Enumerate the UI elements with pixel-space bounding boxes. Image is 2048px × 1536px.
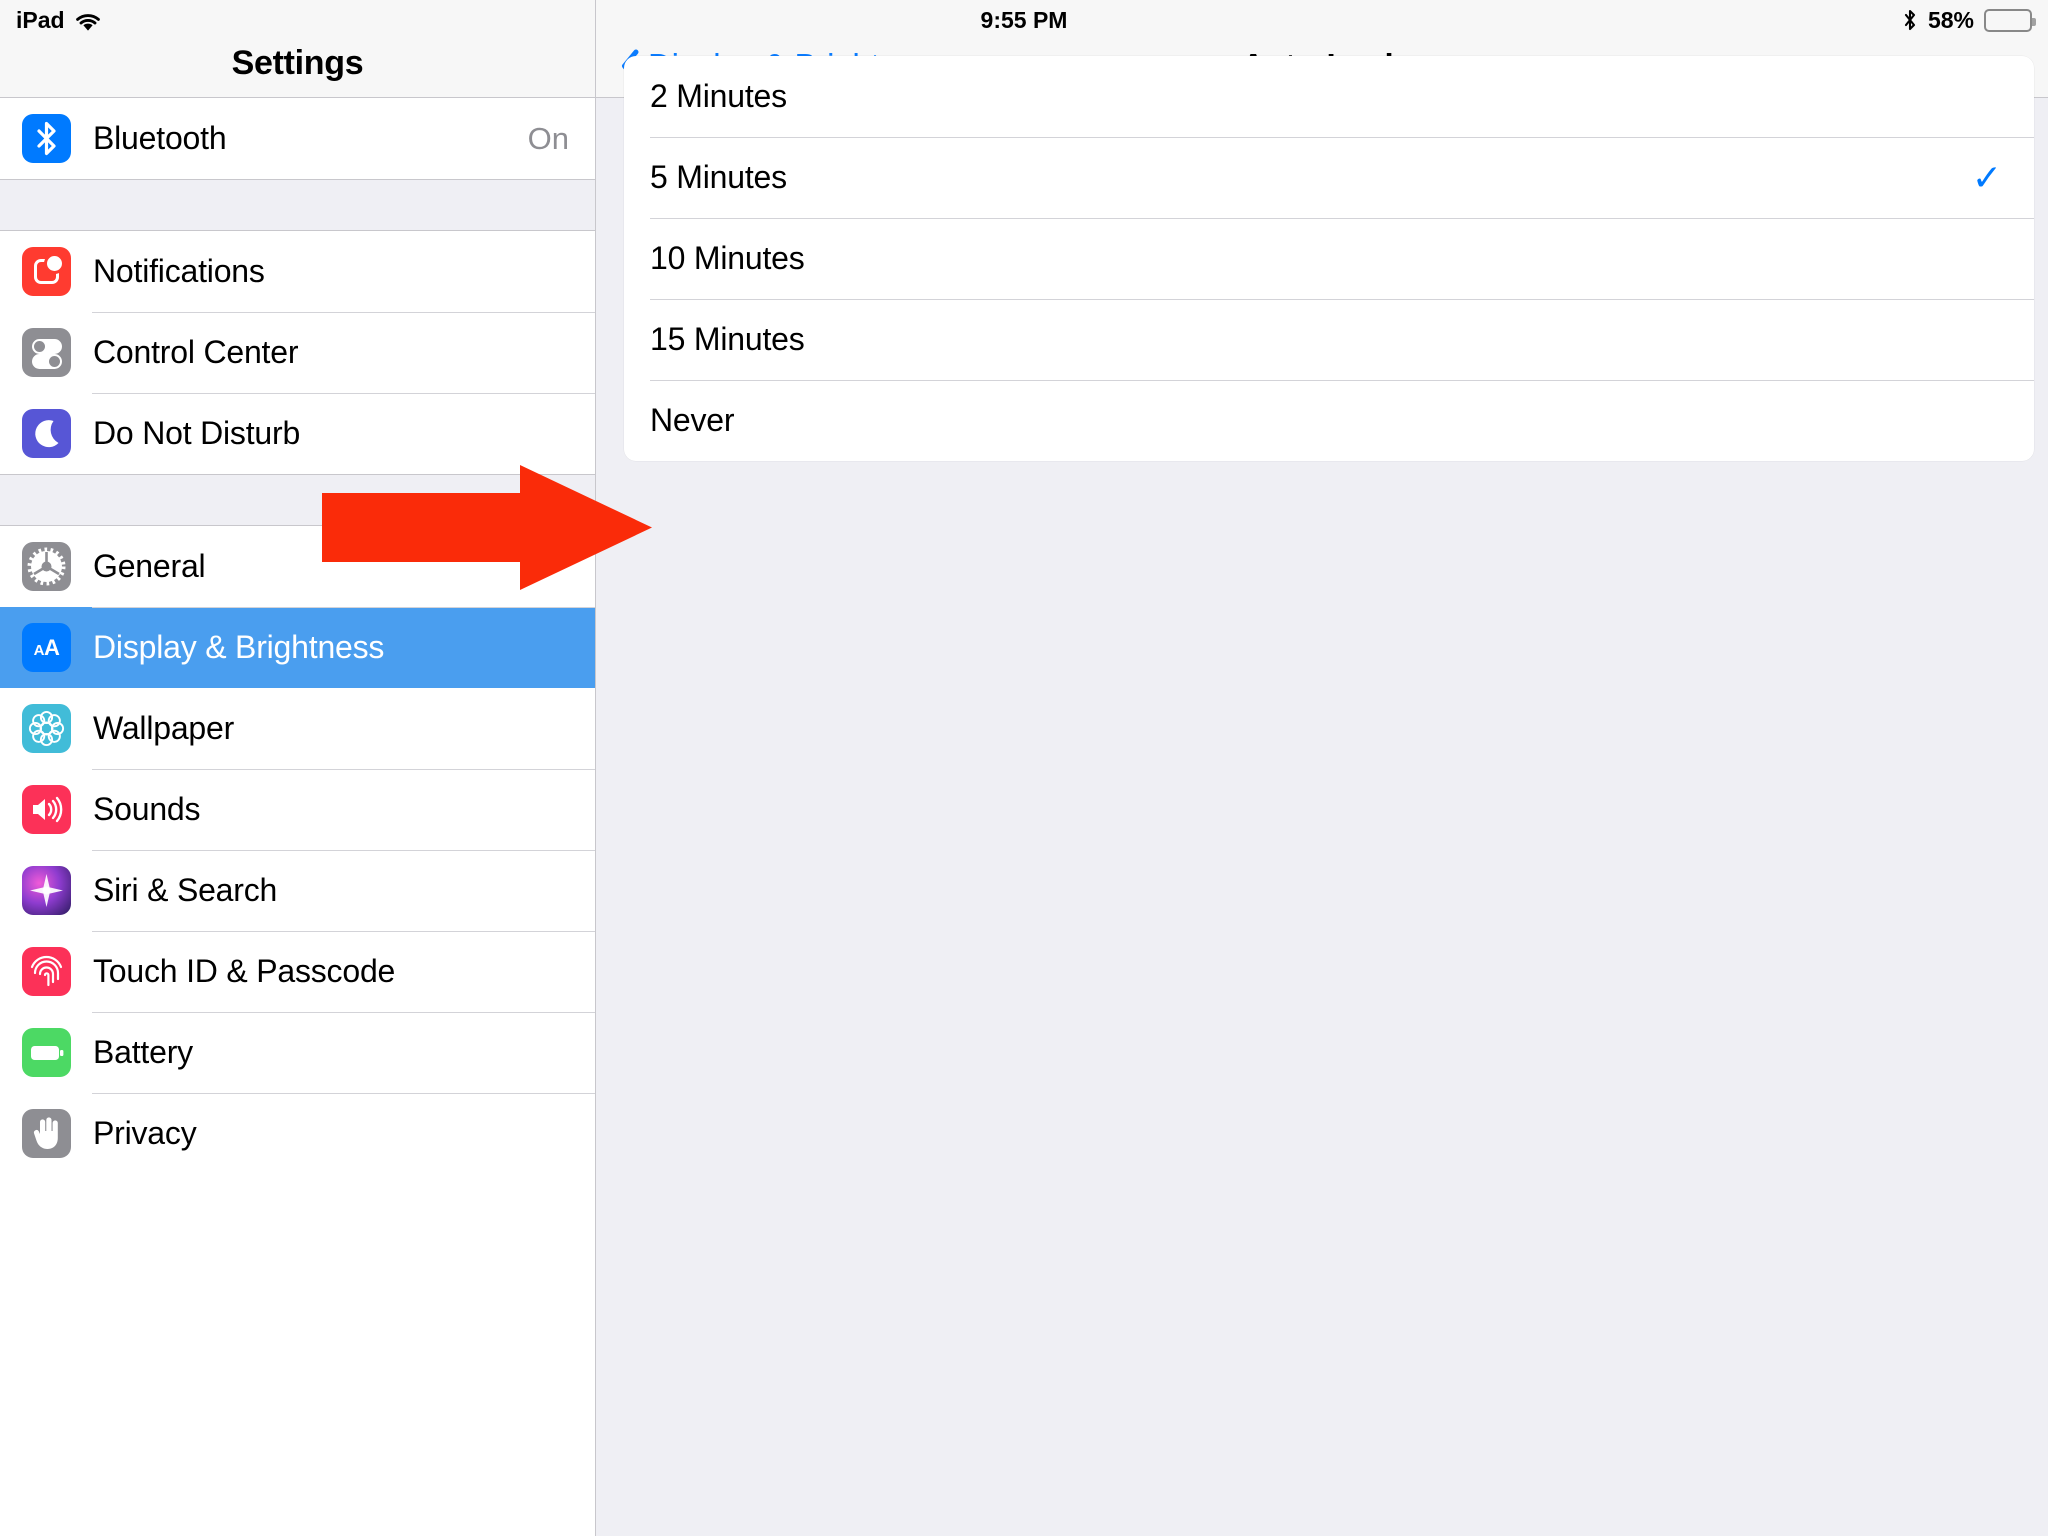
auto-lock-options-list: 2 Minutes 5 Minutes ✓ 10 Minutes 15 Minutes N… (624, 56, 2034, 461)
gear-glyph (27, 547, 66, 586)
settings-sidebar: Settings Bluetooth On Notifications Control… (0, 0, 596, 1536)
sidebar-item-list: Bluetooth On Notifications Control Center Do… (0, 98, 595, 1536)
sidebar-item-privacy[interactable]: Privacy (0, 1093, 595, 1174)
bluetooth-glyph (37, 121, 56, 156)
auto-lock-option-2-minutes[interactable]: 2 Minutes (624, 56, 2034, 137)
ipad-settings-screen: iPad 9:55 PM 58% Settings Bluetooth On N… (0, 0, 2048, 1536)
fingerprint-glyph (30, 955, 63, 987)
sidebar-item-display-brightness[interactable]: AA Display & Brightness (0, 607, 595, 688)
auto-lock-option-label: 15 Minutes (650, 321, 805, 357)
battery-percent-label: 58% (1927, 6, 1974, 33)
battery-glyph (31, 1046, 64, 1060)
display-brightness-icon: AA (22, 623, 71, 672)
sidebar-item-bluetooth[interactable]: Bluetooth On (0, 98, 595, 179)
sidebar-item-label: Do Not Disturb (93, 415, 301, 451)
hand-icon (22, 1109, 71, 1158)
sidebar-item-label: Control Center (93, 334, 299, 370)
gear-icon (22, 542, 71, 591)
auto-lock-option-15-minutes[interactable]: 15 Minutes (624, 299, 2034, 380)
sidebar-item-label: Touch ID & Passcode (93, 953, 396, 989)
sidebar-item-value: On (527, 120, 569, 156)
notification-dot-glyph (47, 256, 62, 271)
sidebar-item-do-not-disturb[interactable]: Do Not Disturb (0, 393, 595, 474)
sidebar-item-label: Privacy (93, 1115, 197, 1151)
sidebar-item-label: Sounds (93, 791, 201, 827)
status-bar-right: 58% (1902, 6, 2036, 34)
battery-icon (22, 1028, 71, 1077)
speaker-glyph (33, 796, 63, 823)
fingerprint-icon (22, 947, 71, 996)
sidebar-item-label: General (93, 548, 206, 584)
auto-lock-options-card: 2 Minutes 5 Minutes ✓ 10 Minutes 15 Minutes N… (624, 56, 2034, 461)
sidebar-item-general[interactable]: General (0, 526, 595, 607)
moon-icon (22, 409, 71, 458)
auto-lock-option-label: 5 Minutes (650, 159, 787, 195)
moon-glyph (35, 420, 59, 448)
speaker-icon (22, 785, 71, 834)
sidebar-item-siri-search[interactable]: Siri & Search (0, 850, 595, 931)
aa-glyph: AA (33, 634, 60, 660)
control-center-icon (22, 328, 71, 377)
auto-lock-option-never[interactable]: Never (624, 380, 2034, 461)
auto-lock-option-label: 10 Minutes (650, 240, 805, 276)
status-bar-clock: 9:55 PM (980, 6, 1068, 33)
checkmark-icon: ✓ (1971, 156, 2002, 198)
siri-icon (22, 866, 71, 915)
flower-glyph (28, 710, 65, 747)
status-bar: iPad 9:55 PM 58% (0, 0, 2048, 40)
sidebar-item-label: Display & Brightness (93, 629, 385, 665)
sidebar-item-label: Siri & Search (93, 872, 278, 908)
sidebar-item-wallpaper[interactable]: Wallpaper (0, 688, 595, 769)
auto-lock-option-10-minutes[interactable]: 10 Minutes (624, 218, 2034, 299)
detail-pane: Display & Brightness Auto-Lock osxdaily.… (596, 0, 2048, 1536)
auto-lock-option-label: 2 Minutes (650, 78, 787, 114)
auto-lock-option-5-minutes[interactable]: 5 Minutes ✓ (624, 137, 2034, 218)
sidebar-item-touch-id-passcode[interactable]: Touch ID & Passcode (0, 931, 595, 1012)
bluetooth-icon (1902, 8, 1918, 32)
wallpaper-icon (22, 704, 71, 753)
sidebar-group-separator (0, 474, 595, 526)
hand-glyph (33, 1117, 58, 1149)
page-title: Settings (231, 44, 364, 82)
sidebar-item-sounds[interactable]: Sounds (0, 769, 595, 850)
sidebar-item-label: Notifications (93, 253, 265, 289)
siri-glyph (30, 874, 63, 907)
battery-icon (1984, 8, 2036, 32)
sidebar-item-label: Bluetooth (93, 120, 227, 156)
sidebar-item-notifications[interactable]: Notifications (0, 231, 595, 312)
sidebar-item-label: Battery (93, 1034, 193, 1070)
sidebar-item-label: Wallpaper (93, 710, 235, 746)
bluetooth-icon (22, 114, 71, 163)
sidebar-item-battery[interactable]: Battery (0, 1012, 595, 1093)
sidebar-group-separator (0, 179, 595, 231)
sidebar-item-control-center[interactable]: Control Center (0, 312, 595, 393)
auto-lock-option-label: Never (650, 402, 735, 438)
notifications-icon (22, 247, 71, 296)
